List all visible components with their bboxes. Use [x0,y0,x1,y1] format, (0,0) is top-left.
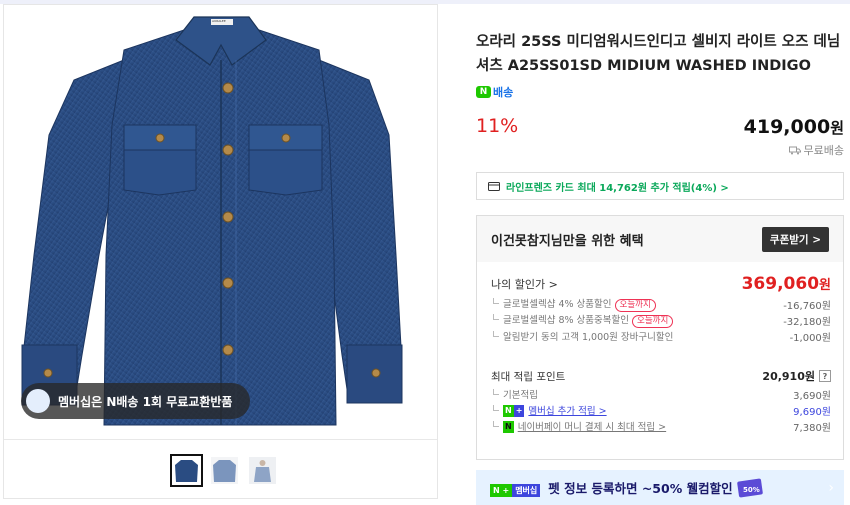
point-row: 기본적립 3,690원 [491,386,831,402]
shirt-thumb-icon [173,457,200,484]
n-delivery-icon: N [476,86,491,98]
credit-card-icon [488,181,500,191]
price-value: 419,000 [743,116,831,138]
product-info: 오라리 25SS 미디엄워시드인디고 셀비지 라이트 오즈 데님 셔츠 A25S… [476,0,846,505]
shirt-thumb-icon [249,457,276,484]
benefit-panel: 이건못참지님만을 위한 혜택 쿠폰받기 > 나의 할인가 > 369,060원 … [476,215,844,460]
thumbnail-list [170,454,279,487]
product-title: 오라리 25SS 미디엄워시드인디고 셀비지 라이트 오즈 데님 셔츠 A25S… [476,34,841,74]
discount-value: -32,180원 [783,316,831,328]
my-price-label[interactable]: 나의 할인가 > [491,276,558,292]
points-value: 20,910원 [762,370,815,383]
my-price-row: 나의 할인가 > 369,060원 [491,272,831,296]
main-product-image[interactable]: AURALEE [4,5,437,439]
my-price: 369,060원 [742,274,831,294]
help-icon[interactable]: ? [819,370,831,382]
coupon-button[interactable]: 쿠폰받기 > [761,226,829,252]
promo-text: 펫 정보 등록하면 ~50% 웰컴할인 [548,481,733,496]
my-price-unit: 원 [819,278,831,293]
point-value: 3,690원 [793,390,831,402]
discount-value: -1,000원 [789,332,831,344]
sticker-text: 50% [743,486,760,494]
my-price-value: 369,060 [741,274,820,294]
price: 419,000원 [744,116,844,138]
membership-badge[interactable]: 멤버십은 N배송 1회 무료교환반품 [21,383,250,419]
points-label: 최대 적립 포인트 [491,370,566,383]
shipping-info: 무료배송 [788,142,844,158]
discount-row: 글로벌셀렉샵 4% 상품할인 오늘까지 -16,760원 [491,296,831,312]
thumbnail-front[interactable] [170,454,203,487]
points-row: 최대 적립 포인트 20,910원? [491,366,831,386]
point-row: N 네이버페이 머니 결제 시 최대 적립 > 7,380원 [491,418,831,434]
membership-icon [26,389,50,413]
coupon-sticker-icon: 50% [736,478,763,497]
shirt-thumb-icon [211,457,238,484]
nplus-icon: N + [503,405,525,418]
shipping-text: 무료배송 [803,144,844,157]
point-value: 7,380원 [793,422,831,434]
point-row: N + 멤버십 추가 적립 > 9,690원 [491,402,831,418]
discount-rate: 11% [476,115,519,137]
npay-icon: N [503,421,514,434]
benefit-heading: 이건못참지님만을 위한 혜택 [491,233,644,249]
chevron-right-icon: › [828,480,834,496]
denim-shirt-illustration [21,16,403,426]
discount-label: 알림받기 동의 고객 1,000원 장바구니할인 [491,329,673,343]
product-gallery: AURALEE 멤버십은 N배송 1회 무료교환반품 [3,4,438,499]
point-value: 9,690원 [793,406,831,418]
discount-value: -16,760원 [783,300,831,312]
nplus-tag: N + [490,484,513,497]
n-delivery-badge: N 배송 [476,84,513,100]
card-offer[interactable]: 라인프렌즈 카드 최대 14,762원 추가 적립(4%) > [476,172,844,200]
discount-label: 글로벌셀렉샵 8% 상품중복할인 [503,315,629,326]
collar-label: AURALEE [212,19,226,23]
gallery-divider [4,439,437,440]
discount-section: 나의 할인가 > 369,060원 글로벌셀렉샵 4% 상품할인 오늘까지 -16… [491,272,831,344]
discount-row: 알림받기 동의 고객 1,000원 장바구니할인 -1,000원 [491,328,831,344]
membership-points-link[interactable]: 멤버십 추가 적립 > [528,406,606,417]
npay-points-link[interactable]: 네이버페이 머니 결제 시 최대 적립 > [518,422,666,433]
points-section: 최대 적립 포인트 20,910원? 기본적립 3,690원 N + 멤버십 추가 … [491,366,831,434]
today-only-badge: 오늘까지 [632,315,674,328]
discount-row: 글로벌셀렉샵 8% 상품중복할인 오늘까지 -32,180원 [491,312,831,328]
delivery-label: 배송 [493,86,514,99]
card-offer-label: 라인프렌즈 카드 최대 14,762원 추가 적립(4%) > [506,182,729,194]
thumbnail-back[interactable] [208,454,241,487]
today-only-badge: 오늘까지 [614,299,656,312]
truck-icon [788,146,801,154]
membership-badge-text: 멤버십은 N배송 1회 무료교환반품 [58,394,233,409]
thumbnail-model[interactable] [246,454,279,487]
benefit-header: 이건못참지님만을 위한 혜택 쿠폰받기 > [477,216,843,262]
discount-label: 글로벌셀렉샵 4% 상품할인 [503,299,612,310]
pet-promo-banner[interactable]: N + 멤버십 펫 정보 등록하면 ~50% 웰컴할인 50% › [476,470,844,505]
membership-tags: N + 멤버십 [490,478,541,497]
point-label: 기본적립 [491,387,538,401]
membership-tag: 멤버십 [512,484,541,497]
price-unit: 원 [830,119,844,137]
